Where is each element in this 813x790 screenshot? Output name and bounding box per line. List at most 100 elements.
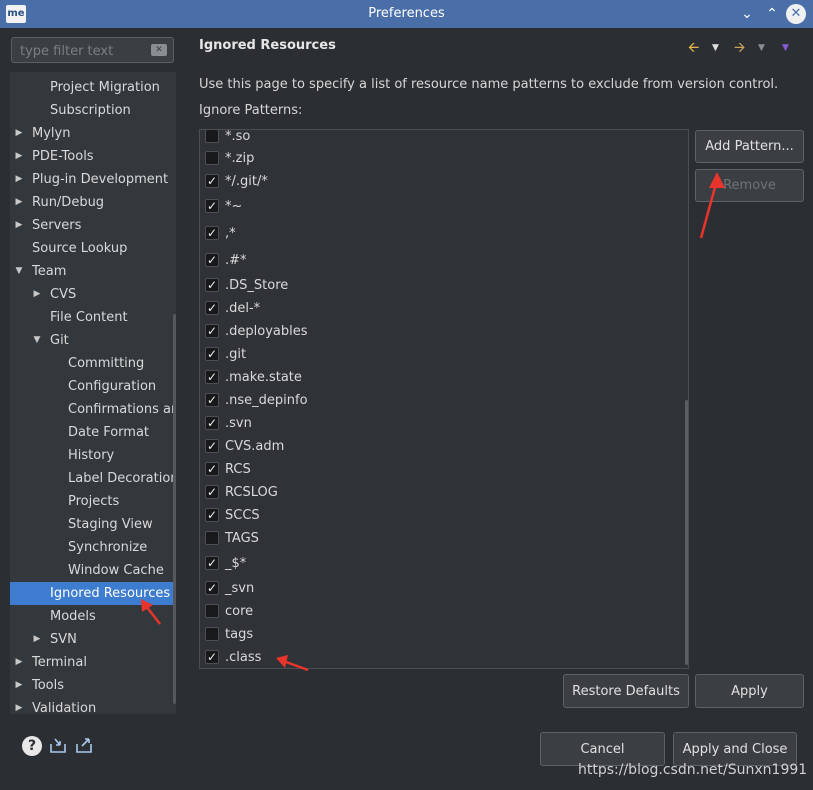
pattern-row[interactable]: ✓ .git (200, 343, 680, 366)
tree-item[interactable]: ▶ Terminal (10, 651, 176, 674)
pattern-row[interactable]: *.so (200, 130, 680, 148)
pattern-checkbox[interactable]: ✓ (205, 199, 219, 213)
pattern-row[interactable]: ✓ *~ (200, 195, 680, 218)
tree-item[interactable]: Label Decoration (10, 467, 176, 490)
filter-input[interactable] (18, 41, 147, 61)
tree-item[interactable]: ▶ Plug-in Development (10, 168, 176, 191)
pattern-checkbox[interactable]: ✓ (205, 393, 219, 407)
expand-right-icon[interactable]: ▶ (14, 145, 24, 168)
pattern-checkbox[interactable]: ✓ (205, 370, 219, 384)
help-icon[interactable]: ? (22, 736, 42, 756)
pattern-checkbox[interactable] (205, 151, 219, 165)
chevron-up-icon[interactable]: ⌃ (762, 4, 782, 24)
tree-item[interactable]: ▶ Validation (10, 697, 176, 714)
tree-item[interactable]: Synchronize (10, 536, 176, 559)
tree-item[interactable]: File Content (10, 306, 176, 329)
tree-scrollbar[interactable] (173, 314, 176, 704)
cancel-button[interactable]: Cancel (540, 732, 665, 766)
back-arrow-icon[interactable]: 🡨 (688, 38, 699, 58)
pattern-checkbox[interactable]: ✓ (205, 556, 219, 570)
pattern-row[interactable]: TAGS (200, 527, 680, 550)
tree-item[interactable]: ▶ SVN (10, 628, 176, 651)
expand-right-icon[interactable]: ▶ (14, 191, 24, 214)
expand-right-icon[interactable]: ▶ (14, 674, 24, 697)
expand-right-icon[interactable]: ▶ (14, 168, 24, 191)
pattern-row[interactable]: ✓ ,* (200, 222, 680, 245)
pattern-row[interactable]: ✓ .svn (200, 412, 680, 435)
tree-item[interactable]: Date Format (10, 421, 176, 444)
tree-item[interactable]: Projects (10, 490, 176, 513)
pattern-checkbox[interactable] (205, 531, 219, 545)
expand-down-icon[interactable]: ▼ (32, 329, 42, 352)
expand-down-icon[interactable]: ▼ (14, 260, 24, 283)
pattern-row[interactable]: core (200, 600, 680, 623)
pattern-checkbox[interactable]: ✓ (205, 226, 219, 240)
pattern-row[interactable]: *.zip (200, 147, 680, 170)
pattern-checkbox[interactable]: ✓ (205, 508, 219, 522)
tree-item[interactable]: ▶ CVS (10, 283, 176, 306)
forward-menu-icon[interactable]: ▼ (758, 38, 765, 58)
pattern-checkbox[interactable]: ✓ (205, 650, 219, 664)
pattern-checkbox[interactable] (205, 604, 219, 618)
pattern-row[interactable]: ✓ .#* (200, 249, 680, 272)
apply-and-close-button[interactable]: Apply and Close (673, 732, 797, 766)
pattern-checkbox[interactable]: ✓ (205, 324, 219, 338)
forward-arrow-icon[interactable]: 🡪 (734, 38, 745, 58)
tree-item[interactable]: ▶ Servers (10, 214, 176, 237)
pattern-row[interactable]: ✓ .make.state (200, 366, 680, 389)
patterns-scrollbar[interactable] (685, 400, 688, 665)
tree-item[interactable]: ▶ PDE-Tools (10, 145, 176, 168)
pattern-checkbox[interactable] (205, 627, 219, 641)
pattern-checkbox[interactable]: ✓ (205, 439, 219, 453)
pattern-checkbox[interactable]: ✓ (205, 581, 219, 595)
export-icon[interactable] (74, 736, 94, 756)
pattern-row[interactable]: ✓ */.git/* (200, 170, 680, 193)
restore-defaults-button[interactable]: Restore Defaults (563, 674, 689, 708)
tree-item[interactable]: Staging View (10, 513, 176, 536)
pattern-checkbox[interactable]: ✓ (205, 174, 219, 188)
pattern-row[interactable]: tags (200, 623, 680, 646)
close-icon[interactable]: ✕ (786, 4, 806, 24)
tree-item[interactable]: Window Cache (10, 559, 176, 582)
tree-item[interactable]: ▶ Mylyn (10, 122, 176, 145)
chevron-down-icon[interactable]: ⌄ (737, 4, 757, 24)
pattern-checkbox[interactable] (205, 130, 219, 143)
pattern-row[interactable]: ✓ RCS (200, 458, 680, 481)
tree-item[interactable]: ▶ Tools (10, 674, 176, 697)
tree-item[interactable]: ▼ Team (10, 260, 176, 283)
pattern-row[interactable]: ✓ RCSLOG (200, 481, 680, 504)
pattern-row[interactable]: ✓ .nse_depinfo (200, 389, 680, 412)
pattern-checkbox[interactable]: ✓ (205, 462, 219, 476)
tree-item[interactable]: Project Migration (10, 76, 176, 99)
pattern-row[interactable]: ✓ .deployables (200, 320, 680, 343)
tree-item[interactable]: ▼ Git (10, 329, 176, 352)
tree-item[interactable]: Subscription (10, 99, 176, 122)
pattern-row[interactable]: ✓ SCCS (200, 504, 680, 527)
tree-item[interactable]: Committing (10, 352, 176, 375)
expand-right-icon[interactable]: ▶ (32, 628, 42, 651)
pattern-row[interactable]: ✓ _svn (200, 577, 680, 600)
expand-right-icon[interactable]: ▶ (14, 214, 24, 237)
clear-icon[interactable]: ✕ (151, 44, 167, 56)
back-menu-icon[interactable]: ▼ (712, 38, 719, 58)
pattern-row[interactable]: ✓ .DS_Store (200, 274, 680, 297)
import-icon[interactable] (48, 736, 68, 756)
pattern-checkbox[interactable]: ✓ (205, 347, 219, 361)
add-pattern-button[interactable]: Add Pattern... (695, 130, 804, 163)
pattern-row[interactable]: ✓ .del-* (200, 297, 680, 320)
pattern-checkbox[interactable]: ✓ (205, 278, 219, 292)
pattern-row[interactable]: ✓ _$* (200, 552, 680, 575)
pattern-checkbox[interactable]: ✓ (205, 485, 219, 499)
expand-right-icon[interactable]: ▶ (14, 122, 24, 145)
expand-right-icon[interactable]: ▶ (14, 651, 24, 674)
expand-right-icon[interactable]: ▶ (32, 283, 42, 306)
tree-item[interactable]: Confirmations ar (10, 398, 176, 421)
view-menu-icon[interactable]: ▼ (782, 38, 789, 58)
pattern-checkbox[interactable]: ✓ (205, 253, 219, 267)
apply-button[interactable]: Apply (695, 674, 804, 708)
pattern-checkbox[interactable]: ✓ (205, 416, 219, 430)
tree-item[interactable]: History (10, 444, 176, 467)
expand-right-icon[interactable]: ▶ (14, 697, 24, 714)
tree-item[interactable]: Configuration (10, 375, 176, 398)
tree-item[interactable]: ▶ Run/Debug (10, 191, 176, 214)
